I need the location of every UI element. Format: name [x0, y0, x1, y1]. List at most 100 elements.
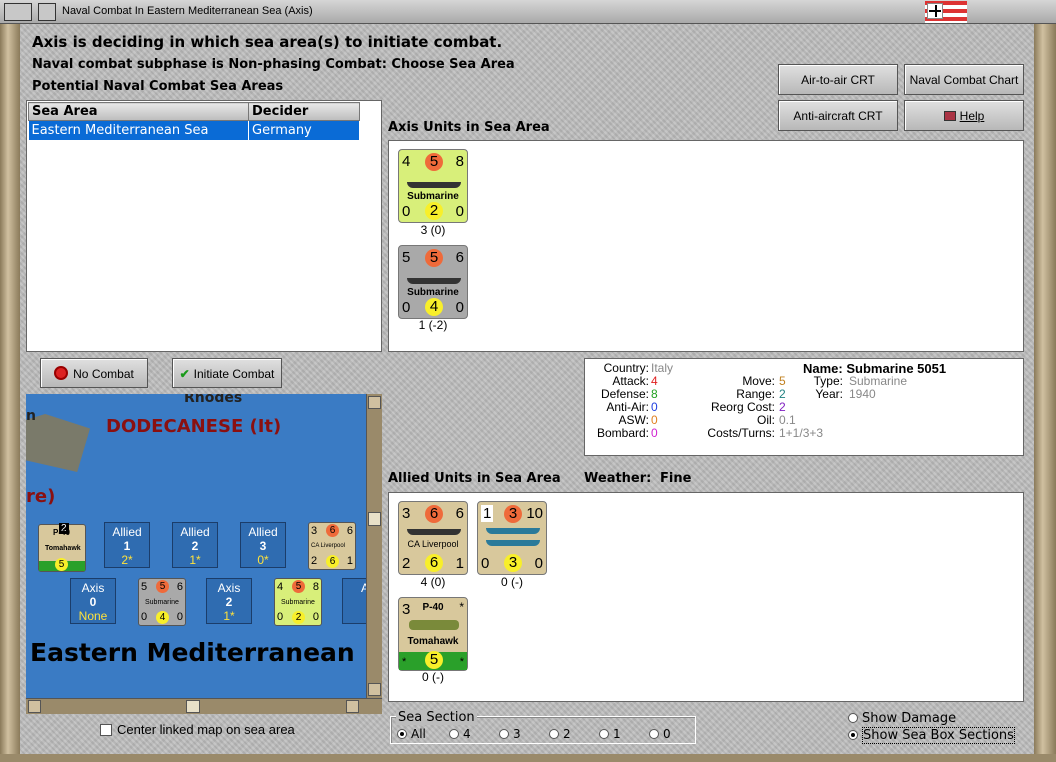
sea-section-2[interactable]: 2 [549, 727, 571, 741]
table-row[interactable]: Eastern Mediterranean Sea Germany [28, 120, 360, 140]
sea-area-table: Sea Area Decider Eastern Mediterranean S… [26, 100, 382, 352]
no-combat-label: No Combat [73, 367, 134, 381]
col-decider[interactable]: Decider [248, 102, 360, 121]
sea-section-0[interactable]: 0 [649, 727, 671, 741]
show-sea-box-label: Show Sea Box Sections [862, 727, 1015, 744]
window-frame-right [1034, 24, 1056, 762]
p40-counter[interactable]: 2 P-40 Tomahawk 5 [38, 523, 86, 572]
range-value: 6 [425, 554, 443, 572]
scroll-thumb[interactable] [368, 512, 381, 526]
rhodes-label: Rhodes [184, 394, 243, 406]
allied-units-title: Allied Units in Sea Area [388, 471, 561, 486]
box-label: Axis [217, 581, 241, 595]
scroll-up-arrow-icon[interactable] [368, 396, 381, 409]
attack-value: 5 [141, 581, 148, 593]
radio-icon [499, 729, 509, 739]
unit-name: CA Liverpool [311, 543, 346, 549]
ca-liverpool-counter[interactable]: 3 6 6 CA Liverpool 2 6 1 [308, 522, 356, 570]
move-value: 5 [156, 580, 169, 593]
axis-units-panel: 4 5 8 Submarine 0 2 0 3 (0) 5 5 6 Submar… [388, 140, 1024, 352]
cell-sea-area: Eastern Mediterranean Sea [28, 120, 249, 140]
oil-label: Oil: [757, 413, 775, 427]
minimize-button[interactable] [38, 3, 56, 21]
costs-value: 1+1/3+3 [779, 426, 824, 440]
scroll-down-arrow-icon[interactable] [368, 683, 381, 696]
scroll-right-arrow-icon[interactable] [346, 700, 359, 713]
allied-unit-caption: 0 (-) [501, 575, 523, 589]
center-map-label: Center linked map on sea area [117, 722, 295, 737]
show-sea-box-option[interactable]: Show Sea Box Sections [848, 727, 1015, 744]
axis-sea-box-0[interactable]: Axis 0 None [70, 578, 116, 624]
scroll-thumb[interactable] [186, 700, 200, 713]
axis-unit-counter[interactable]: 5 5 6 Submarine 0 4 0 [398, 245, 468, 319]
help-button[interactable]: Help [904, 100, 1024, 131]
anti-air-value: 0 [481, 555, 490, 572]
allied-sea-box-1[interactable]: Allied 1 2* [104, 522, 150, 568]
bombard-label: Bombard: [596, 426, 649, 440]
axis-sea-box-edge[interactable]: A [342, 578, 366, 624]
option-label: 1 [613, 727, 621, 741]
allied-units-panel: 3 6 6 CA Liverpool 2 6 1 4 (0) 1 3 10 0 … [388, 492, 1024, 702]
submarine-icon [407, 278, 461, 284]
allied-sea-box-3[interactable]: Allied 3 0* [240, 522, 286, 568]
submarine-counter[interactable]: 5 5 6 Submarine 0 4 0 [138, 578, 186, 626]
axis-unit-counter[interactable]: 4 5 8 Submarine 0 2 0 [398, 149, 468, 223]
asw-label: ASW: [618, 413, 649, 427]
allied-unit-counter[interactable]: 1 3 10 0 3 0 [477, 501, 547, 575]
axis-unit-caption: 3 (0) [420, 223, 446, 237]
box-label: Allied [112, 525, 142, 539]
move-label: Move: [742, 374, 775, 388]
dodecanese-label: DODECANESE (It) [106, 416, 282, 437]
box-number: 3 [259, 539, 267, 553]
move-value: 5 [425, 249, 443, 267]
naval-combat-chart-button[interactable]: Naval Combat Chart [904, 64, 1024, 95]
axis-sea-box-2[interactable]: Axis 2 1* [206, 578, 252, 624]
country-label: Country: [603, 361, 649, 375]
allied-unit-caption: 0 (-) [422, 670, 444, 684]
allied-unit-counter[interactable]: 3 6 6 CA Liverpool 2 6 1 [398, 501, 468, 575]
col-sea-area[interactable]: Sea Area [28, 102, 249, 121]
show-damage-option[interactable]: Show Damage [848, 711, 956, 726]
country-value: Italy [651, 361, 674, 375]
range-value: 4 [425, 298, 443, 316]
bombard-value: 0 [455, 299, 464, 316]
reorg-label: Reorg Cost: [710, 400, 775, 414]
no-combat-button[interactable]: No Combat [40, 358, 148, 388]
center-map-checkbox[interactable] [100, 724, 112, 736]
unit-subname: Tomahawk [407, 636, 459, 647]
range-value: 4 [156, 611, 169, 624]
help-label: Help [959, 109, 985, 123]
bombard-value: 1 [455, 555, 464, 572]
allied-sea-box-2[interactable]: Allied 2 1* [172, 522, 218, 568]
anti-aircraft-crt-button[interactable]: Anti-aircraft CRT [778, 100, 898, 131]
antiair-label: Anti-Air: [606, 400, 649, 414]
scroll-left-arrow-icon[interactable] [28, 700, 41, 713]
unit-name: Submarine [407, 191, 459, 202]
linked-map[interactable]: Rhodes DODECANESE (It) n re) 2 P-40 Toma… [26, 394, 366, 698]
sea-area-grid: Sea Area Decider Eastern Mediterranean S… [28, 102, 360, 140]
sea-section-3[interactable]: 3 [499, 727, 521, 741]
year-label: Year: [815, 387, 843, 401]
type-label: Type: [813, 374, 843, 388]
type-value: Submarine [849, 374, 908, 388]
range-value: 2 [779, 387, 786, 401]
status-line-1: Axis is deciding in which sea area(s) to… [32, 33, 503, 51]
sea-section-all[interactable]: All [397, 727, 426, 741]
move-value: 5 [292, 580, 305, 593]
system-menu-button[interactable] [4, 3, 32, 21]
initiate-combat-button[interactable]: ✔ Initiate Combat [172, 358, 282, 388]
defense-value: 6 [176, 581, 183, 593]
submarine-counter[interactable]: 4 5 8 Submarine 0 2 0 [274, 578, 322, 626]
air-to-air-crt-button[interactable]: Air-to-air CRT [778, 64, 898, 95]
reorg-value: 2 [779, 400, 786, 414]
sea-section-4[interactable]: 4 [449, 727, 471, 741]
map-horizontal-scrollbar[interactable] [26, 698, 382, 714]
convoy-icon [486, 540, 540, 546]
move-value: 3 [504, 505, 522, 523]
defense-label: Defense: [600, 387, 649, 401]
sea-section-1[interactable]: 1 [599, 727, 621, 741]
allied-unit-counter[interactable]: 3 * P-40 Tomahawk * 5 * [398, 597, 468, 671]
box-number: 2 [225, 595, 233, 609]
map-vertical-scrollbar[interactable] [366, 394, 382, 698]
bombard-value: 1 [346, 555, 353, 567]
